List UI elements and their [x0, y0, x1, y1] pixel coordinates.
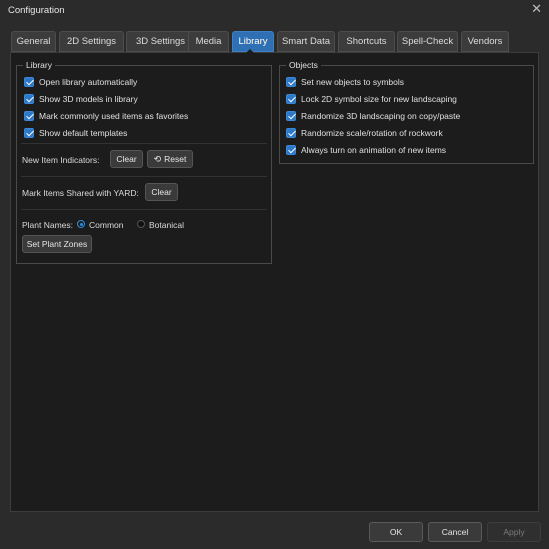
set-plant-zones-button[interactable]: Set Plant Zones [22, 235, 92, 253]
separator [21, 143, 267, 144]
tab-2d-settings[interactable]: 2D Settings [59, 31, 124, 52]
checkbox-checked[interactable] [286, 111, 296, 121]
checkbox-checked[interactable] [24, 94, 34, 104]
tab-smart-data[interactable]: Smart Data [277, 31, 335, 52]
plant-names-label: Plant Names: [22, 220, 74, 230]
check-label: Randomize 3D landscaping on copy/paste [301, 111, 461, 121]
tab-vendors[interactable]: Vendors [461, 31, 509, 52]
active-tab-pointer [244, 49, 256, 55]
check-label: Mark commonly used items as favorites [39, 111, 189, 121]
checkbox-checked[interactable] [286, 145, 296, 155]
apply-button[interactable]: Apply [487, 522, 541, 542]
checkbox-checked[interactable] [24, 128, 34, 138]
tab-3d-settings[interactable]: 3D Settings [126, 31, 195, 52]
plant-names-botanical-label: Botanical [149, 220, 184, 230]
checkbox-checked[interactable] [286, 94, 296, 104]
check-label: Show 3D models in library [39, 94, 138, 104]
separator [21, 176, 267, 177]
new-item-indicators-label: New Item Indicators: [22, 155, 100, 165]
library-group-title: Library [23, 60, 55, 70]
plant-names-botanical-radio[interactable] [137, 220, 145, 228]
objects-group-title: Objects [286, 60, 321, 70]
checkbox-checked[interactable] [286, 77, 296, 87]
plant-names-common-label: Common [89, 220, 124, 230]
check-label: Show default templates [39, 128, 128, 138]
reset-label: Reset [164, 154, 187, 164]
check-label: Randomize scale/rotation of rockwork [301, 128, 443, 138]
tab-general[interactable]: General [11, 31, 56, 52]
ok-button[interactable]: OK [369, 522, 423, 542]
checkbox-checked[interactable] [24, 77, 34, 87]
check-label: Always turn on animation of new items [301, 145, 447, 155]
checkbox-checked[interactable] [24, 111, 34, 121]
tab-shortcuts[interactable]: Shortcuts [338, 31, 395, 52]
reset-indicators-button[interactable]: ⟲ Reset [147, 150, 193, 168]
check-label: Lock 2D symbol size for new landscaping [301, 94, 457, 104]
yard-shared-label: Mark Items Shared with YARD: [22, 188, 139, 198]
plant-names-common-radio[interactable] [77, 220, 85, 228]
close-icon[interactable]: ✕ [531, 2, 542, 16]
separator [21, 209, 267, 210]
clear-yard-button[interactable]: Clear [145, 183, 178, 201]
cancel-button[interactable]: Cancel [428, 522, 482, 542]
tab-media[interactable]: Media [188, 31, 229, 52]
check-label: Open library automatically [39, 77, 138, 87]
tab-spell-check[interactable]: Spell-Check [397, 31, 458, 52]
clear-indicators-button[interactable]: Clear [110, 150, 143, 168]
check-label: Set new objects to symbols [301, 77, 404, 87]
checkbox-checked[interactable] [286, 128, 296, 138]
title-bar: Configuration ✕ [0, 0, 549, 20]
window-title: Configuration [8, 5, 65, 16]
reset-icon: ⟲ [153, 154, 162, 164]
